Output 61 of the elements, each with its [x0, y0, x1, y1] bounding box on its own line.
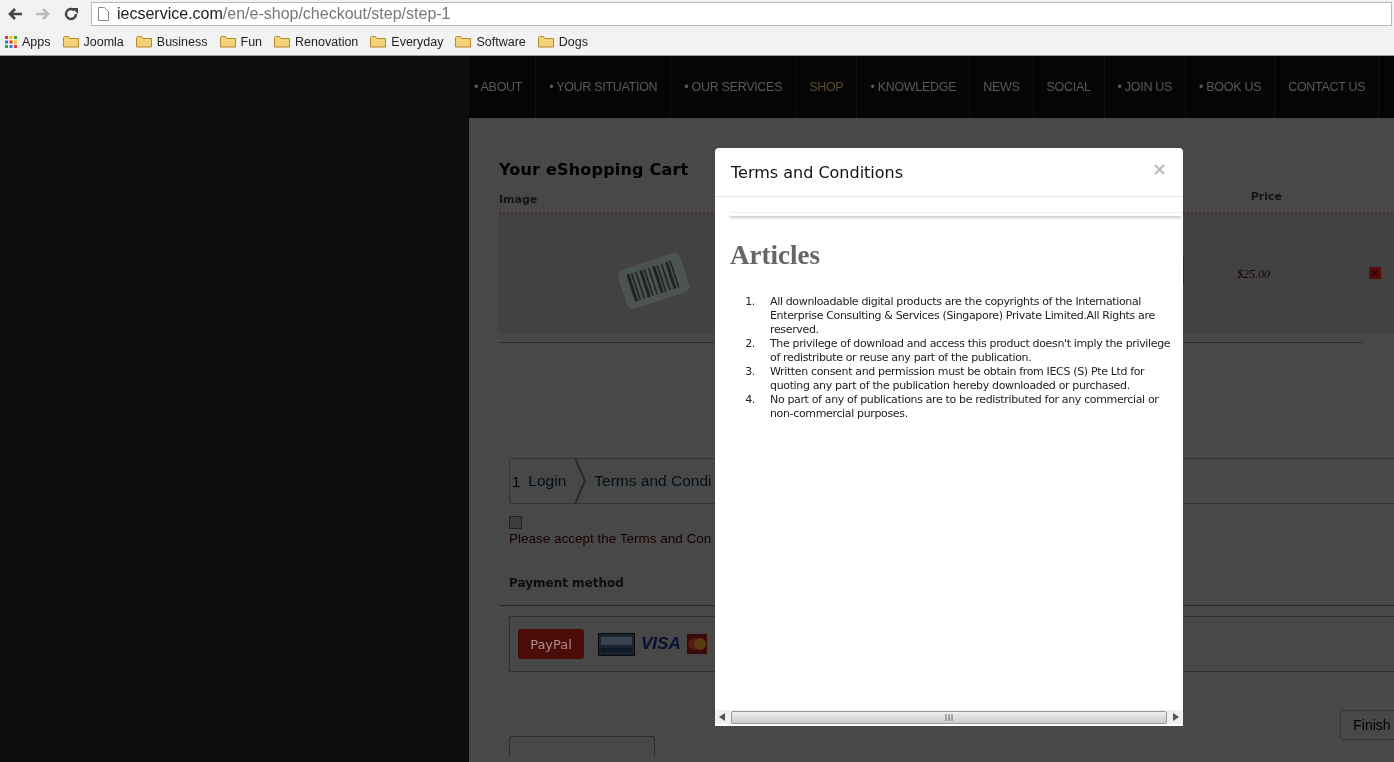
list-number: 1. — [744, 295, 756, 310]
article-text: The privilege of download and access this product doesn't imply the privilege of redistribute or reuse any part of the publication. — [770, 337, 1172, 365]
nav-item[interactable]: SHOP — [796, 56, 858, 118]
article-text: All downloadable digital products are the copyrights of the International Enterprise Consulting & Services (Singapore) Private Limited.All Rights are reserved. — [770, 295, 1156, 337]
folder-icon — [135, 35, 152, 48]
nav-item[interactable]: NEWS — [970, 56, 1034, 118]
bookmark[interactable]: Joomla — [62, 34, 124, 49]
nav-item[interactable]: SOCIAL — [1033, 56, 1105, 118]
visa-logo: VISA — [641, 634, 681, 654]
reload-icon[interactable] — [63, 6, 79, 22]
scroll-left-icon[interactable] — [719, 713, 725, 721]
close-button[interactable]: × — [1151, 157, 1167, 179]
delete-icon[interactable] — [1369, 267, 1381, 279]
price: $25.00 — [1237, 267, 1270, 282]
nav-item[interactable]: • ABOUT — [469, 56, 537, 118]
list-number: 2. — [744, 337, 756, 352]
cart-title: Your eShopping Cart — [499, 160, 689, 179]
folder-icon — [370, 35, 387, 48]
bookmark[interactable]: Business — [135, 34, 208, 49]
bookmark[interactable]: Software — [455, 34, 526, 49]
nav-item[interactable]: CONTACT US — [1275, 56, 1380, 118]
step-number: 1 — [512, 472, 521, 490]
grip-icon — [945, 713, 953, 721]
list-number: 4. — [744, 393, 756, 408]
nav-item[interactable]: • OUR SERVICES — [671, 56, 797, 118]
scroll-right-icon[interactable] — [1173, 713, 1179, 721]
folder-icon — [219, 35, 236, 48]
paypal-card-icon — [598, 632, 635, 656]
folder-icon — [537, 35, 554, 48]
articles-heading: Articles — [730, 240, 821, 271]
folder-icon — [62, 35, 79, 48]
article-text: No part of any of publications are to be redistributed for any commercial or non-commercial purposes. — [770, 393, 1160, 421]
paypal-button[interactable]: PayPal — [518, 629, 584, 659]
nav-item[interactable]: • JOIN US — [1104, 56, 1187, 118]
page-icon — [98, 7, 109, 21]
bookmark[interactable]: Renovation — [274, 34, 359, 49]
list-number: 3. — [744, 365, 756, 380]
terms-warning: Please accept the Terms and Con — [509, 531, 713, 546]
article-text: Written consent and permission must be obtain from IECS (S) Pte Ltd for quoting any part of the publication hereby downloaded or purchased. — [770, 365, 1146, 393]
nav-item[interactable]: • BOOK US — [1186, 56, 1276, 118]
horizontal-scrollbar[interactable] — [715, 710, 1183, 724]
bookmark[interactable]: Everyday — [370, 34, 444, 49]
apps-grid-icon — [5, 35, 17, 48]
step-label[interactable]: Terms and Condi — [594, 472, 712, 490]
step-label[interactable]: Login — [528, 472, 567, 490]
address-bar[interactable]: iecservice.com/en/e-shop/checkout/step/step-1 — [91, 2, 1392, 26]
folder-icon — [274, 35, 291, 48]
nav-item[interactable]: • YOUR SITUATION — [536, 56, 672, 118]
bookmark[interactable]: Dogs — [537, 34, 588, 49]
url-host: iecservice.com — [117, 5, 223, 22]
folder-icon — [455, 35, 472, 48]
finish-button[interactable]: Finish — [1340, 710, 1394, 740]
checkbox[interactable] — [509, 516, 522, 529]
dialog-title: Terms and Conditions — [731, 162, 904, 182]
url-path: /en/e-shop/checkout/step/step-1 — [222, 5, 451, 22]
payment-title: Payment method — [509, 576, 625, 590]
back-icon[interactable] — [7, 7, 23, 21]
mastercard-icon — [686, 634, 707, 654]
nav-item[interactable]: • KNOWLEDGE — [857, 56, 971, 118]
bookmark[interactable]: Fun — [219, 34, 263, 49]
bookmark[interactable]: Apps — [5, 34, 51, 49]
